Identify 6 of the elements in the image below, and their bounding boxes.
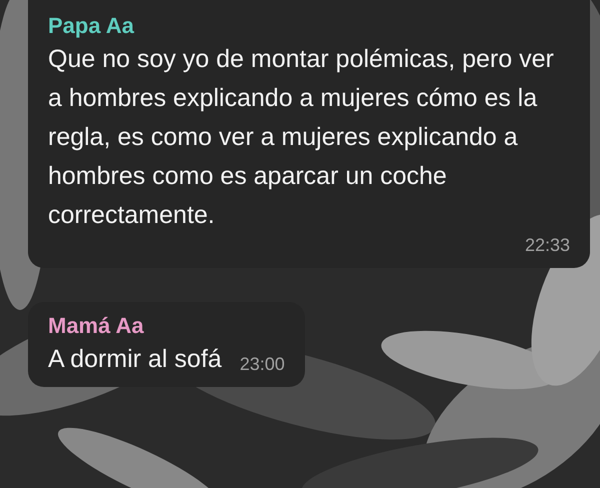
- message-text: Que no soy yo de montar polémicas, pero ver a hombres explicando a mujeres cómo es la regla, es como ver a mujeres explicando a hombres como es aparcar un coche correctamente.: [48, 44, 555, 231]
- message-time: 23:00: [240, 354, 285, 376]
- sender-name: Papa Aa: [48, 12, 136, 40]
- message-text: A dormir al sofá: [48, 344, 222, 375]
- message-time: 22:33: [524, 235, 570, 257]
- sender-name: Mamá Aa: [48, 312, 145, 340]
